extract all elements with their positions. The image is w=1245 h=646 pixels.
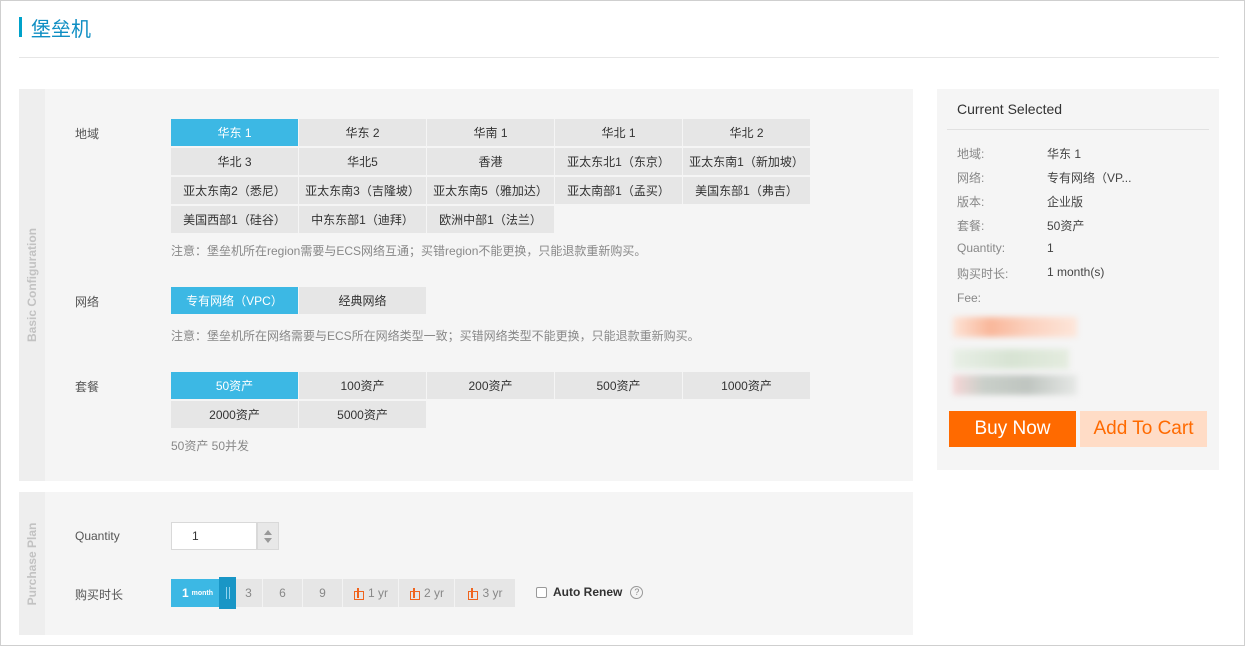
help-icon[interactable]: ?	[630, 585, 644, 599]
region-option[interactable]: 中东东部1（迪拜）	[299, 206, 426, 233]
region-option[interactable]: 亚太东南3（吉隆坡）	[299, 177, 426, 204]
title-divider	[19, 57, 1219, 58]
region-option[interactable]: 华东 2	[299, 119, 426, 146]
summary-row-edition: 版本: 企业版	[957, 193, 1083, 210]
network-option[interactable]: 经典网络	[299, 287, 426, 314]
quantity-input[interactable]: 1	[171, 522, 257, 550]
duration-step-9[interactable]: 9	[303, 579, 343, 607]
summary-row-quantity: Quantity: 1	[957, 241, 1054, 255]
summary-row-network: 网络: 专有网络（VP...	[957, 169, 1131, 186]
region-option[interactable]: 亚太东南5（雅加达）	[427, 177, 554, 204]
quantity-label: Quantity	[75, 529, 120, 543]
auto-renew-label[interactable]: Auto Renew	[553, 585, 622, 599]
summary-row-duration: 购买时长: 1 month(s)	[957, 265, 1104, 282]
package-option[interactable]: 50资产	[171, 372, 298, 399]
duration-step-1-month[interactable]: 1 month	[171, 579, 225, 607]
buy-now-button[interactable]: Buy Now	[949, 411, 1076, 447]
duration-3yr-label: 3 yr	[482, 586, 503, 600]
region-option[interactable]: 亚太南部1（孟买）	[555, 177, 682, 204]
package-option[interactable]: 200资产	[427, 372, 554, 399]
region-option[interactable]: 华东 1	[171, 119, 298, 146]
stepper-down-icon[interactable]	[264, 538, 272, 543]
summary-key: 版本:	[957, 195, 985, 209]
duration-step-3yr[interactable]: 3 yr	[455, 579, 515, 607]
duration-active-value: 1	[181, 586, 189, 600]
region-option[interactable]: 华北 3	[171, 148, 298, 175]
gift-icon	[467, 588, 479, 600]
add-to-cart-button[interactable]: Add To Cart	[1080, 411, 1207, 447]
summary-row-region: 地域: 华东 1	[957, 145, 1081, 162]
title-accent-bar	[19, 17, 22, 37]
region-option[interactable]: 华北 2	[683, 119, 810, 146]
region-option[interactable]: 华北5	[299, 148, 426, 175]
duration-label: 购买时长	[75, 588, 124, 602]
duration-1yr-label: 1 yr	[367, 586, 388, 600]
summary-value: 50资产	[1047, 219, 1085, 233]
auto-renew-control[interactable]: Auto Renew ?	[536, 585, 644, 599]
network-label: 网络	[75, 295, 100, 309]
package-note: 50资产 50并发	[171, 439, 250, 453]
network-options: 专有网络（VPC） 经典网络	[171, 287, 813, 316]
region-label: 地域	[75, 127, 100, 141]
package-options: 50资产 100资产 200资产 500资产 1000资产 2000资产 5000资产	[171, 372, 813, 430]
summary-key: Quantity:	[957, 241, 1006, 255]
duration-step-3[interactable]: 3	[235, 579, 263, 607]
current-selected-title: Current Selected	[947, 89, 1209, 130]
region-option[interactable]: 美国东部1（弗吉）	[683, 177, 810, 204]
basic-configuration-side-text: Basic Configuration	[25, 227, 39, 343]
region-option[interactable]: 欧洲中部1（法兰）	[427, 206, 554, 233]
summary-value: 1	[1047, 241, 1054, 255]
summary-key: 网络:	[957, 171, 985, 185]
region-option[interactable]: 亚太东北1（东京）	[555, 148, 682, 175]
package-option[interactable]: 1000资产	[683, 372, 810, 399]
region-options: 华东 1 华东 2 华南 1 华北 1 华北 2 华北 3 华北5 香港 亚太东北1（东京） 亚太…	[171, 119, 813, 235]
region-option[interactable]: 香港	[427, 148, 554, 175]
stepper-up-icon[interactable]	[264, 530, 272, 535]
duration-step-1yr[interactable]: 1 yr	[343, 579, 399, 607]
package-option[interactable]: 2000资产	[171, 401, 298, 428]
region-option[interactable]: 华北 1	[555, 119, 682, 146]
summary-key: 套餐:	[957, 219, 985, 233]
package-option[interactable]: 100资产	[299, 372, 426, 399]
summary-key: 地域:	[957, 147, 985, 161]
purchase-plan-panel: Purchase Plan Quantity 1 购买时长 1 month 3 …	[19, 492, 913, 635]
package-option[interactable]: 5000资产	[299, 401, 426, 428]
duration-2yr-label: 2 yr	[423, 586, 444, 600]
duration-slider-handle[interactable]	[219, 577, 236, 609]
current-selected-panel: Current Selected 地域: 华东 1 网络: 专有网络（VP...…	[937, 89, 1219, 470]
page-header: 堡垒机	[19, 16, 91, 41]
package-option[interactable]: 500资产	[555, 372, 682, 399]
page-title: 堡垒机	[31, 16, 91, 41]
duration-step-6[interactable]: 6	[263, 579, 303, 607]
region-option[interactable]: 美国西部1（硅谷）	[171, 206, 298, 233]
purchase-plan-side-text: Purchase Plan	[25, 522, 39, 605]
duration-active-unit: month	[191, 589, 214, 597]
region-note: 注意：堡垒机所在region需要与ECS网络互通；买错region不能更换，只能…	[171, 244, 647, 258]
fee-label: Fee:	[957, 291, 982, 305]
fee-amount-blurred	[949, 309, 1081, 401]
network-option[interactable]: 专有网络（VPC）	[171, 287, 298, 314]
quantity-stepper[interactable]	[257, 522, 279, 550]
region-option[interactable]: 亚太东南1（新加坡）	[683, 148, 810, 175]
gift-icon	[353, 588, 364, 600]
summary-value: 1 month(s)	[1047, 265, 1105, 279]
duration-step-2yr[interactable]: 2 yr	[399, 579, 455, 607]
auto-renew-checkbox[interactable]	[536, 586, 547, 598]
basic-configuration-side-label: Basic Configuration	[19, 89, 45, 481]
summary-value: 专有网络（VP...	[1047, 171, 1132, 185]
basic-configuration-panel: Basic Configuration 地域 华东 1 华东 2 华南 1 华北 1华…	[19, 89, 913, 481]
purchase-plan-side-label: Purchase Plan	[19, 492, 45, 635]
summary-value: 华东 1	[1047, 147, 1082, 161]
package-label: 套餐	[75, 380, 100, 394]
summary-key: 购买时长:	[957, 267, 1009, 281]
gift-icon	[409, 588, 420, 600]
summary-row-package: 套餐: 50资产	[957, 217, 1084, 234]
region-option[interactable]: 亚太东南2（悉尼）	[171, 177, 298, 204]
network-note: 注意：堡垒机所在网络需要与ECS所在网络类型一致；买错网络类型不能更换，只能退款…	[171, 329, 700, 343]
region-option[interactable]: 华南 1	[427, 119, 554, 146]
summary-value: 企业版	[1047, 195, 1084, 209]
